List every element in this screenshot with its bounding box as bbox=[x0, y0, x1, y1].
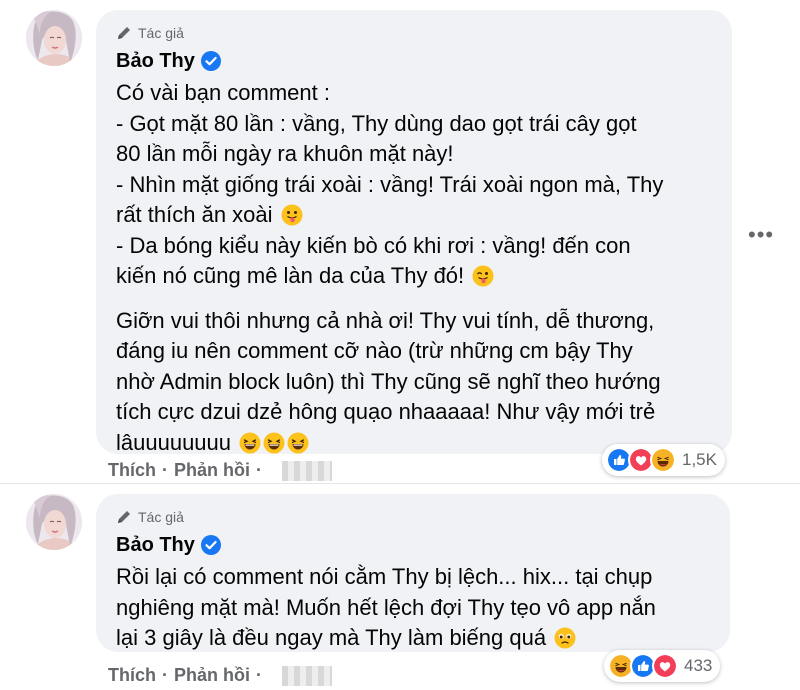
teary-eyes-emoji-icon bbox=[554, 627, 576, 649]
avatar[interactable] bbox=[26, 494, 82, 550]
comment-line: - Gọt mặt 80 lần : vầng, Thy dùng dao gọ… bbox=[116, 110, 637, 136]
pen-icon bbox=[116, 509, 132, 525]
redacted-timestamp bbox=[282, 665, 332, 686]
comment-line: rất thích ăn xoài bbox=[116, 202, 273, 227]
like-button[interactable]: Thích bbox=[108, 665, 156, 686]
comment-actions: Thích · Phản hồi · bbox=[108, 665, 332, 686]
comment-line: lại 3 giây là đều ngay mà Thy làm biếng … bbox=[116, 625, 547, 650]
love-reaction-icon bbox=[652, 653, 678, 679]
haha-reaction-icon bbox=[650, 447, 676, 473]
comment-line: nghiêng mặt mà! Muốn hết lệch đợi Thy tẹ… bbox=[116, 594, 656, 620]
avatar-image bbox=[26, 494, 82, 550]
comment-line: Giỡn vui thôi nhưng cả nhà ơi! Thy vui t… bbox=[116, 307, 655, 333]
comment-text: Có vài bạn comment : - Gọt mặt 80 lần : … bbox=[116, 78, 712, 458]
author-role-label: Tác giả bbox=[138, 509, 184, 525]
reaction-count: 1,5K bbox=[682, 450, 717, 469]
reaction-summary[interactable]: 433 bbox=[604, 650, 721, 682]
reply-button[interactable]: Phản hồi bbox=[174, 665, 250, 686]
comment-bubble: Tác giả Bảo Thy Có vài bạn comment : - G… bbox=[96, 10, 732, 455]
author-name[interactable]: Bảo Thy bbox=[116, 50, 195, 73]
verified-badge-icon bbox=[201, 51, 221, 71]
comment-line: - Da bóng kiểu này kiến bò có khi rơi : … bbox=[116, 232, 631, 258]
verified-badge-icon bbox=[201, 535, 221, 555]
comment-line: 80 lần mỗi ngày ra khuôn mặt này! bbox=[116, 141, 454, 166]
author-role-label: Tác giả bbox=[138, 25, 184, 41]
wink-tongue-emoji-icon bbox=[472, 265, 494, 287]
comment-line: - Nhìn mặt giống trái xoài : vầng! Trái … bbox=[116, 171, 664, 197]
reaction-summary[interactable]: 1,5K bbox=[602, 444, 725, 476]
comment-line: đáng iu nên comment cỡ nào (trừ những cm… bbox=[116, 338, 633, 363]
author-name[interactable]: Bảo Thy bbox=[116, 534, 195, 557]
more-horizontal-icon[interactable]: ••• bbox=[748, 222, 774, 248]
reaction-count: 433 bbox=[684, 656, 713, 675]
tongue-emoji-icon bbox=[281, 204, 303, 226]
laughing-emoji-icon bbox=[239, 432, 261, 454]
comment-line: kiến nó cũng mê làn da của Thy đó! bbox=[116, 263, 465, 288]
author-role-badge: Tác giả bbox=[116, 508, 710, 526]
laughing-emoji-icon bbox=[263, 432, 285, 454]
divider bbox=[0, 483, 800, 484]
comment-line: tích cực dzui dzẻ hông quạo nhaaaaa! Như… bbox=[116, 399, 656, 424]
comment-actions: Thích · Phản hồi · bbox=[108, 460, 332, 481]
laughing-emoji-icon bbox=[287, 432, 309, 454]
reply-button[interactable]: Phản hồi bbox=[174, 460, 250, 481]
comment-bubble: Tác giả Bảo Thy Rồi lại có comment nói c… bbox=[96, 494, 730, 652]
comment-line: lâuuuuuuuu bbox=[116, 429, 232, 455]
author-role-badge: Tác giả bbox=[116, 24, 712, 42]
like-button[interactable]: Thích bbox=[108, 460, 156, 481]
comment-text: Rồi lại có comment nói cằm Thy bị lệch..… bbox=[116, 562, 710, 654]
comment-line: nhờ Admin block luôn) thì Thy cũng sẽ ng… bbox=[116, 368, 661, 394]
avatar-image bbox=[26, 10, 82, 66]
pen-icon bbox=[116, 25, 132, 41]
redacted-timestamp bbox=[282, 460, 332, 481]
comment-line: Có vài bạn comment : bbox=[116, 80, 330, 105]
avatar[interactable] bbox=[26, 10, 82, 66]
comment-line: Rồi lại có comment nói cằm Thy bị lệch..… bbox=[116, 564, 653, 589]
